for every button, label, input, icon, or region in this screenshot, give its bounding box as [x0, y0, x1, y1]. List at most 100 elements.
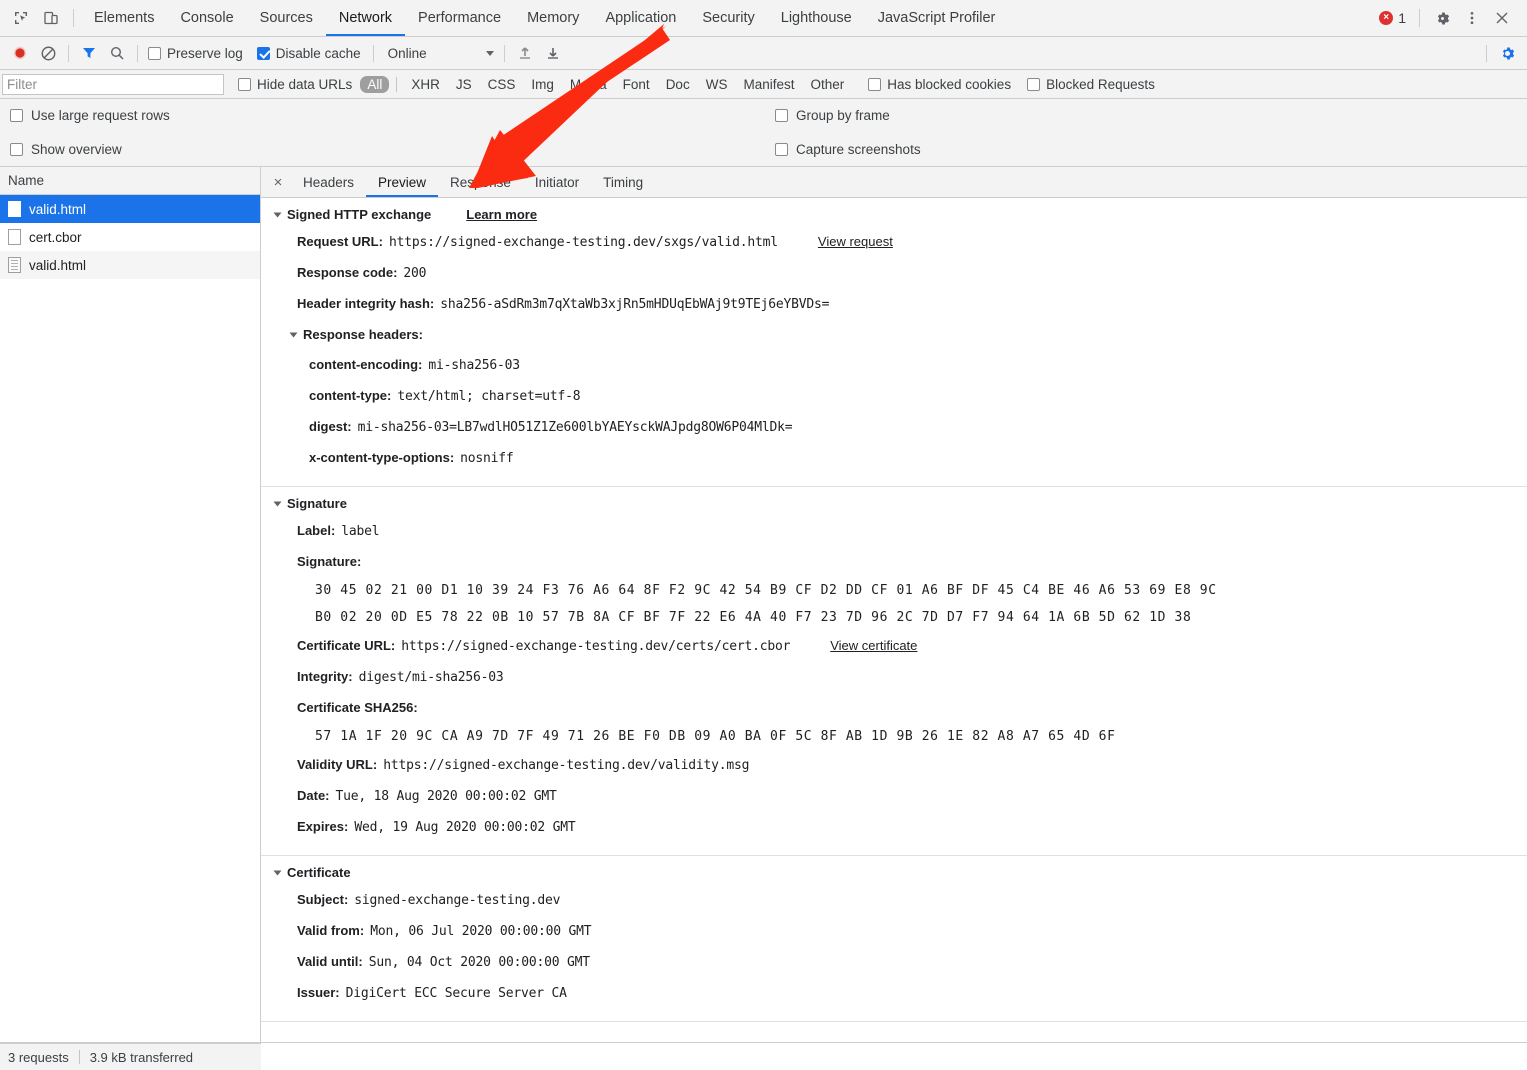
filter-type-img[interactable]: Img — [524, 76, 561, 93]
import-har-icon[interactable] — [511, 40, 539, 66]
filter-type-js[interactable]: JS — [449, 76, 479, 93]
blocked-requests-checkbox[interactable]: Blocked Requests — [1027, 77, 1155, 92]
tab-headers[interactable]: Headers — [291, 167, 366, 197]
certificate-url-key: Certificate URL: — [297, 631, 395, 661]
request-list-panel: Name valid.html cert.cbor valid.html — [0, 167, 261, 1042]
options-left-2: Show overview — [10, 142, 775, 157]
hide-data-urls-checkbox[interactable]: Hide data URLs — [238, 77, 352, 92]
show-overview-checkbox-box[interactable] — [10, 143, 23, 156]
tab-preview[interactable]: Preview — [366, 167, 438, 197]
export-har-icon[interactable] — [539, 40, 567, 66]
toolbar-divider — [1486, 45, 1487, 62]
throttling-dropdown[interactable]: Online — [388, 46, 494, 61]
label-key: Label: — [297, 516, 335, 546]
filter-type-xhr[interactable]: XHR — [404, 76, 447, 93]
response-code-value: 200 — [403, 259, 426, 289]
toolbar-divider — [504, 45, 505, 62]
throttling-value: Online — [388, 46, 480, 61]
filter-input[interactable] — [2, 74, 224, 95]
learn-more-link[interactable]: Learn more — [466, 207, 537, 222]
request-list-body: valid.html cert.cbor valid.html — [0, 195, 260, 1042]
use-large-request-rows-checkbox-box[interactable] — [10, 109, 23, 122]
settings-gear-icon[interactable] — [1427, 3, 1457, 33]
filter-type-css[interactable]: CSS — [481, 76, 523, 93]
row-request-url: Request URL: https://signed-exchange-tes… — [275, 227, 1527, 258]
filter-toggle-icon[interactable] — [75, 40, 103, 66]
tab-network[interactable]: Network — [326, 0, 405, 36]
disable-cache-checkbox[interactable]: Disable cache — [257, 46, 361, 61]
inspect-element-icon[interactable] — [6, 3, 36, 33]
expires-key: Expires: — [297, 812, 348, 842]
filter-type-manifest[interactable]: Manifest — [736, 76, 801, 93]
header-integrity-value: sha256-aSdRm3m7qXtaWb3xjRn5mHDUqEbWAj9t9… — [440, 290, 829, 320]
tab-performance[interactable]: Performance — [405, 0, 514, 36]
more-vertical-icon[interactable] — [1457, 3, 1487, 33]
tab-timing[interactable]: Timing — [591, 167, 655, 197]
network-options-panel: Use large request rows Group by frame Sh… — [0, 99, 1527, 167]
request-row-cert-cbor[interactable]: cert.cbor — [0, 223, 260, 251]
close-icon[interactable] — [1487, 3, 1517, 33]
filter-type-doc[interactable]: Doc — [659, 76, 697, 93]
x-content-type-options-value: nosniff — [460, 444, 513, 474]
certificate-section-header[interactable]: Certificate — [275, 865, 1527, 880]
filter-bar: Hide data URLs All XHR JS CSS Img Media … — [0, 70, 1527, 99]
actions-divider — [1419, 9, 1420, 27]
hide-data-urls-checkbox-box[interactable] — [238, 78, 251, 91]
filter-type-ws[interactable]: WS — [699, 76, 735, 93]
toolbar-divider — [373, 45, 374, 62]
filter-type-all[interactable]: All — [360, 76, 389, 93]
group-by-frame-checkbox[interactable]: Group by frame — [775, 108, 890, 123]
response-headers-header[interactable]: Response headers: — [275, 320, 1527, 350]
capture-screenshots-checkbox-box[interactable] — [775, 143, 788, 156]
tab-console[interactable]: Console — [167, 0, 246, 36]
tab-initiator[interactable]: Initiator — [523, 167, 591, 197]
digest-value: mi-sha256-03=LB7wdlHO51Z1Ze600lbYAEYsckW… — [358, 413, 793, 443]
tab-lighthouse[interactable]: Lighthouse — [768, 0, 865, 36]
tab-javascript-profiler[interactable]: JavaScript Profiler — [865, 0, 1009, 36]
network-settings-gear-icon[interactable] — [1493, 40, 1521, 66]
tab-elements[interactable]: Elements — [81, 0, 167, 36]
has-blocked-cookies-checkbox[interactable]: Has blocked cookies — [868, 77, 1011, 92]
tab-memory[interactable]: Memory — [514, 0, 592, 36]
device-toolbar-icon[interactable] — [36, 3, 66, 33]
request-row-valid-html-sxg[interactable]: valid.html — [0, 195, 260, 223]
status-bar-filler — [261, 1043, 1527, 1070]
sxg-section-header[interactable]: Signed HTTP exchange Learn more — [275, 207, 1527, 222]
chevron-down-icon[interactable] — [290, 333, 298, 338]
group-by-frame-checkbox-box[interactable] — [775, 109, 788, 122]
has-blocked-cookies-checkbox-box[interactable] — [868, 78, 881, 91]
close-detail-icon[interactable]: × — [265, 169, 291, 195]
capture-screenshots-checkbox[interactable]: Capture screenshots — [775, 142, 921, 157]
record-button[interactable] — [6, 40, 34, 66]
chevron-down-icon[interactable] — [274, 501, 282, 506]
document-icon — [8, 201, 21, 217]
preserve-log-checkbox-box[interactable] — [148, 47, 161, 60]
blocked-requests-checkbox-box[interactable] — [1027, 78, 1040, 91]
search-icon[interactable] — [103, 40, 131, 66]
integrity-key: Integrity: — [297, 662, 353, 692]
request-row-valid-html-doc[interactable]: valid.html — [0, 251, 260, 279]
row-issuer: Issuer: DigiCert ECC Secure Server CA — [275, 978, 1527, 1009]
use-large-request-rows-checkbox[interactable]: Use large request rows — [10, 108, 775, 123]
chevron-down-icon[interactable] — [274, 212, 282, 217]
clear-button[interactable] — [34, 40, 62, 66]
tab-application[interactable]: Application — [592, 0, 689, 36]
show-overview-checkbox[interactable]: Show overview — [10, 142, 775, 157]
error-count-badge[interactable]: × 1 — [1379, 10, 1406, 26]
preserve-log-checkbox[interactable]: Preserve log — [148, 46, 243, 61]
request-detail-panel: × Headers Preview Response Initiator Tim… — [261, 167, 1527, 1042]
filter-type-font[interactable]: Font — [616, 76, 657, 93]
tab-security[interactable]: Security — [689, 0, 767, 36]
signature-section-header[interactable]: Signature — [275, 496, 1527, 511]
network-toolbar-right — [1480, 40, 1521, 66]
disable-cache-checkbox-box[interactable] — [257, 47, 270, 60]
view-request-link[interactable]: View request — [818, 227, 893, 257]
filter-type-other[interactable]: Other — [803, 76, 851, 93]
request-list-header[interactable]: Name — [0, 167, 260, 195]
view-certificate-link[interactable]: View certificate — [830, 631, 917, 661]
filter-type-media[interactable]: Media — [563, 76, 614, 93]
chevron-down-icon[interactable] — [274, 870, 282, 875]
tab-sources[interactable]: Sources — [247, 0, 326, 36]
request-name: cert.cbor — [29, 230, 82, 245]
tab-response[interactable]: Response — [438, 167, 523, 197]
